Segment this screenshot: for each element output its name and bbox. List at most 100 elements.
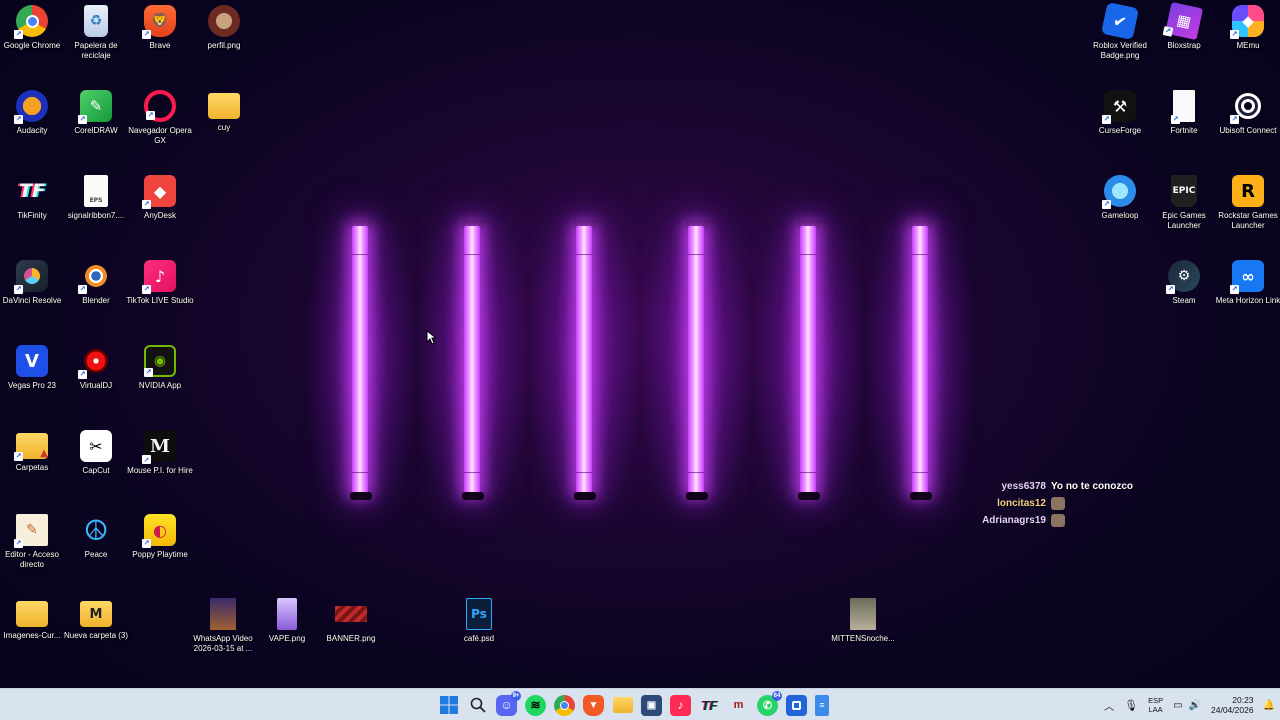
desktop-icon-tikfinity[interactable]: TF TikFinity [0, 175, 64, 221]
icon-label: Bloxstrap [1167, 41, 1201, 50]
desktop-icon-peace[interactable]: ☮ Peace [64, 514, 128, 560]
desktop-icon-gameloop[interactable]: ↗ Gameloop [1088, 175, 1152, 221]
desktop-icon-epic-games[interactable]: EPIC Epic Games Launcher [1152, 175, 1216, 231]
tiktok-live-button[interactable]: ♪ [670, 694, 691, 716]
desktop-icon-davinci[interactable]: ↗ DaVinci Resolve [0, 260, 64, 306]
desktop-icon-poppy[interactable]: ◐ ↗ Poppy Playtime [128, 514, 192, 560]
language-code: ESP [1148, 696, 1164, 705]
clock[interactable]: 20:23 24/04/2026 [1206, 689, 1258, 720]
icon-label: Epic Games Launcher [1162, 211, 1206, 230]
desktop-icon-blender[interactable]: ↗ Blender [64, 260, 128, 306]
chrome-icon: ↗ [14, 5, 48, 39]
desktop-icon-editor[interactable]: ✎ ↗ Editor - Acceso directo [0, 514, 64, 570]
app-icon [792, 700, 801, 710]
desktop-icon-nueva-carpeta[interactable]: M Nueva carpeta (3) [64, 598, 128, 641]
image-file-icon [208, 5, 240, 37]
neon-bar [352, 226, 368, 494]
icon-label: Fortnite [1170, 126, 1198, 135]
quick-settings-button[interactable]: ▭ 🔊 [1168, 689, 1206, 720]
peace-icon: ☮ [83, 513, 109, 547]
desktop-icon-memu[interactable]: ◆ ↗ MEmu [1216, 5, 1280, 51]
icon-label: Peace [84, 550, 108, 559]
wallpaper-neon-bars [300, 180, 980, 540]
neon-bar [688, 226, 704, 494]
icon-label: AnyDesk [143, 211, 176, 220]
icon-label: CurseForge [1098, 126, 1142, 135]
brave-icon: ▼ [588, 699, 599, 711]
desktop-icon-cafe-psd[interactable]: Ps café.psd [447, 598, 511, 644]
icon-label: Poppy Playtime [132, 550, 188, 559]
tray-overflow-button[interactable]: ︿ [1099, 689, 1119, 720]
tiktok-icon: ♪ [677, 698, 684, 712]
desktop-icon-nvidia[interactable]: ◉ ↗ NVIDIA App [128, 345, 192, 391]
desktop-icon-coreldraw[interactable]: ✎ ↗ CorelDRAW [64, 90, 128, 136]
search-button[interactable] [467, 695, 488, 716]
desktop-icon-imagenes[interactable]: Imagenes-Cur... [0, 598, 64, 641]
desktop-icon-carpetas[interactable]: ▲ ↗ Carpetas [0, 430, 64, 473]
file-explorer-button[interactable] [612, 695, 633, 716]
desktop-icon-meta[interactable]: ∞ ↗ Meta Horizon Link [1216, 260, 1280, 306]
poppy-playtime-icon: ◐ ↗ [142, 514, 176, 548]
desktop-icon-steam[interactable]: ⚙ ↗ Steam [1152, 260, 1216, 306]
desktop-icon-banner[interactable]: BANNER.png [319, 598, 383, 644]
icon-label: Meta Horizon Link [1215, 296, 1280, 305]
desktop-icon-capcut[interactable]: ✂ CapCut [64, 430, 128, 476]
icon-label: Papelera de reciclaje [74, 41, 118, 60]
desktop-icon-signalribbon[interactable]: EPS signalribbon7.... [64, 175, 128, 221]
desktop-icon-fortnite[interactable]: ↗ Fortnite [1152, 90, 1216, 136]
desktop-icon-bloxstrap[interactable]: ▦ ↗ Bloxstrap [1152, 2, 1216, 51]
desktop-icon-vape[interactable]: VAPE.png [255, 598, 319, 644]
icon-label: TikTok LIVE Studio [126, 296, 194, 305]
desktop-icon-perfil[interactable]: perfil.png [192, 5, 256, 51]
icon-label: cuy [217, 123, 231, 132]
language-indicator[interactable]: ESP LAA [1143, 689, 1168, 720]
psd-file-icon: Ps [466, 598, 492, 630]
chat-text: Yo no te conozco [1051, 481, 1134, 492]
start-button[interactable] [438, 695, 459, 716]
desktop-icon-whatsapp-video[interactable]: WhatsApp Video 2026-03-15 at ... [191, 598, 255, 654]
desktop-icon-virtualdj[interactable]: ↗ VirtualDJ [64, 345, 128, 391]
icon-label: Steam [1172, 296, 1196, 305]
icon-label: NVIDIA App [138, 381, 182, 390]
desktop-icon-tiktok-live[interactable]: ♪ ↗ TikTok LIVE Studio [126, 260, 194, 306]
desktop-icon-anydesk[interactable]: ◆ ↗ AnyDesk [128, 175, 192, 221]
brave-button[interactable]: ▼ [583, 694, 604, 716]
desktop-icon-recycle-bin[interactable]: ♻ Papelera de reciclaje [64, 5, 128, 61]
icon-label: MEmu [1236, 41, 1260, 50]
app-button[interactable] [786, 694, 807, 716]
mouse-pi-button[interactable]: m [728, 695, 749, 716]
notifications-button[interactable]: 🔔 [1258, 689, 1280, 720]
desktop-icon-roblox-badge[interactable]: ✔ Roblox Verified Badge.png [1088, 2, 1152, 61]
desktop-icon-ubisoft[interactable]: ↗ Ubisoft Connect [1216, 90, 1280, 136]
desktop-icon-rockstar[interactable]: R Rockstar Games Launcher [1216, 175, 1280, 231]
desktop-icon-mittens[interactable]: MITTENSnoche... [831, 598, 895, 644]
editor-icon: ✎ ↗ [14, 514, 48, 548]
desktop-icon-audacity[interactable]: ↗ Audacity [0, 90, 64, 136]
notepad-button[interactable]: ≡ [815, 694, 829, 716]
desktop-icon-cuy[interactable]: cuy [192, 90, 256, 133]
microphone-button[interactable]: 🎙 [1119, 689, 1143, 720]
icon-label: WhatsApp Video 2026-03-15 at ... [193, 634, 253, 653]
tikfinity-button[interactable]: TF [699, 695, 720, 716]
desktop-icon-brave[interactable]: 🦁 ↗ Brave [128, 5, 192, 51]
bloxstrap-icon: ▦ ↗ [1162, 2, 1203, 40]
desktop-icon-mouse-pi[interactable]: M ↗ Mouse P.I. for Hire [127, 430, 193, 476]
desktop-icon-chrome[interactable]: ↗ Google Chrome [0, 5, 64, 51]
discord-button[interactable]: ☺ 9+ [496, 690, 521, 716]
icon-label: Mouse P.I. for Hire [127, 466, 193, 475]
neon-bar [576, 226, 592, 494]
chrome-button[interactable] [554, 694, 575, 716]
desktop-icon-curseforge[interactable]: ⚒ ↗ CurseForge [1088, 90, 1152, 136]
whatsapp-button[interactable]: ✆ 64 [757, 690, 782, 716]
photos-button[interactable]: ▣ [641, 694, 662, 716]
tiktok-live-icon: ♪ ↗ [142, 260, 176, 294]
cat-emote-icon [1051, 514, 1065, 527]
desktop-icon-opera-gx[interactable]: ↗ Navegador Opera GX [128, 90, 192, 146]
neon-bar [800, 226, 816, 494]
image-file-icon [277, 598, 297, 630]
desktop-icon-vegas[interactable]: V Vegas Pro 23 [0, 345, 64, 391]
spotify-button[interactable]: ≋ [525, 694, 546, 716]
vegas-pro-icon: V [16, 345, 48, 377]
keyboard-layout: LAA [1148, 705, 1163, 714]
blender-icon: ↗ [78, 260, 112, 294]
